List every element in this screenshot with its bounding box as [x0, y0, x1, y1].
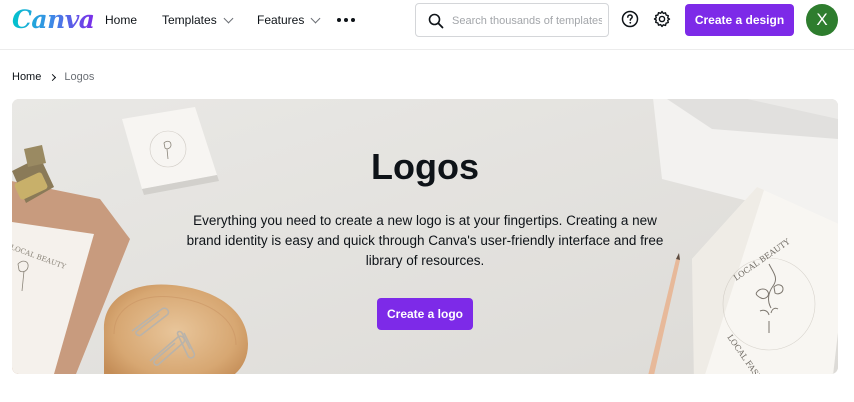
- breadcrumb-home[interactable]: Home: [12, 71, 41, 83]
- chevron-down-icon: [223, 13, 234, 23]
- hero-title: Logos: [371, 146, 479, 187]
- chevron-right-icon: [49, 73, 57, 81]
- settings-button[interactable]: [652, 9, 672, 29]
- question-circle-icon: [621, 10, 639, 28]
- nav-features-label: Features: [257, 13, 305, 27]
- help-button[interactable]: [620, 9, 640, 29]
- create-logo-button[interactable]: Create a logo: [377, 298, 473, 330]
- breadcrumb-current: Logos: [64, 71, 95, 83]
- nav-templates[interactable]: Templates: [162, 12, 234, 28]
- search-box[interactable]: [415, 3, 609, 37]
- chevron-down-icon: [310, 13, 321, 23]
- top-navigation: Canva Home Templates Features Create a d…: [0, 0, 854, 50]
- create-design-button[interactable]: Create a design: [685, 4, 794, 36]
- hero-description: Everything you need to create a new logo…: [186, 213, 664, 268]
- breadcrumb: Home Logos: [12, 70, 94, 84]
- more-horizontal-icon[interactable]: [337, 17, 355, 23]
- nav-home-label: Home: [105, 13, 138, 27]
- canva-logo[interactable]: Canva: [12, 6, 95, 34]
- gear-icon: [653, 10, 671, 28]
- nav-features[interactable]: Features: [257, 12, 321, 28]
- nav-templates-label: Templates: [162, 13, 217, 27]
- hero-banner: LOCAL BEAUTY LOCAL FASHION LOCAL BEAUTY …: [12, 99, 838, 374]
- nav-home[interactable]: Home: [105, 12, 137, 28]
- avatar[interactable]: X: [806, 4, 838, 36]
- search-input[interactable]: [452, 11, 602, 31]
- search-icon: [428, 13, 444, 29]
